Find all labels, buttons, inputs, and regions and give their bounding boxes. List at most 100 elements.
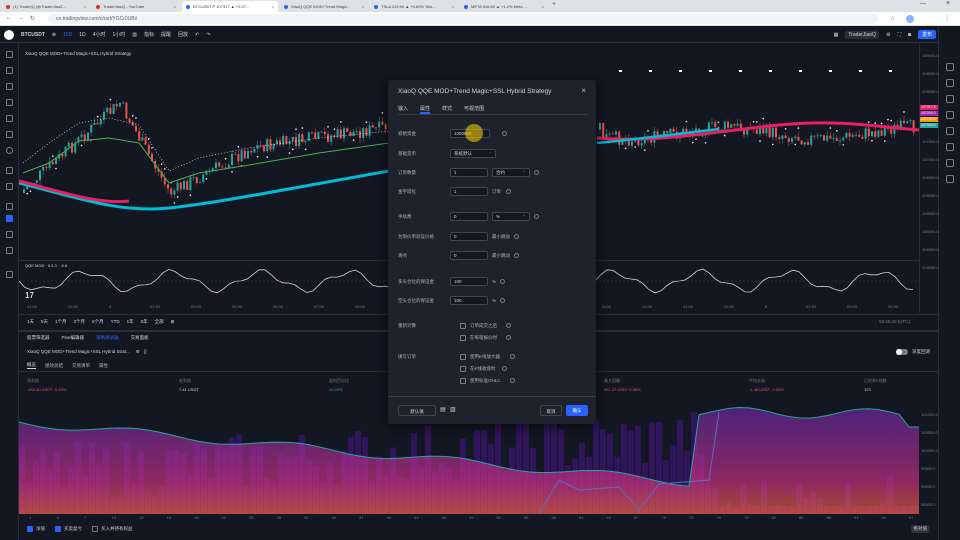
browser-tab[interactable]: META 516.80 ▲ +1.2% Meta ... × [460, 1, 548, 12]
ok-button[interactable]: 确认 [566, 405, 588, 416]
range-button[interactable]: 3个月 [74, 319, 86, 325]
window-close-icon[interactable]: × [946, 0, 950, 7]
settings-icon[interactable]: ⚙ [136, 349, 140, 355]
close-icon[interactable]: × [171, 4, 176, 9]
strategy-name[interactable]: XiaoQ QQE MOD+Trend Magic+SSL Hybrid Str… [27, 349, 130, 354]
close-icon[interactable]: × [539, 4, 544, 9]
checkbox-bar-magnifier[interactable] [460, 354, 466, 360]
crosshair-icon[interactable] [6, 51, 13, 58]
tab-screener[interactable]: 股票筛选器 [27, 335, 50, 341]
close-icon[interactable]: × [581, 86, 586, 95]
watchlist-icon[interactable] [946, 63, 954, 71]
forward-icon[interactable]: → [18, 15, 24, 21]
tab-trading-panel[interactable]: 交易面板 [131, 335, 149, 341]
range-button[interactable]: YTD [111, 319, 120, 324]
save-template-icon[interactable]: ▤ [440, 406, 446, 413]
ideas-icon[interactable] [946, 143, 954, 151]
checkbox-standard-ohlc[interactable] [460, 378, 466, 384]
pattern-icon[interactable] [6, 99, 13, 106]
publish-button[interactable]: 发布 [917, 30, 936, 39]
range-button[interactable]: 5天 [41, 319, 48, 325]
tab-inputs[interactable]: 输入 [398, 105, 408, 114]
layout-icon[interactable]: ▦ [834, 32, 839, 38]
info-icon[interactable] [514, 234, 519, 239]
price-scale[interactable]: 109000.0 108500.0 108000.0 107317.5 1072… [919, 43, 939, 313]
pyramiding-input[interactable]: 1 [450, 187, 488, 196]
compare-icon[interactable]: ⊕ [52, 32, 56, 38]
interval-button[interactable]: 1D [79, 32, 85, 38]
order-size-input[interactable]: 1 [450, 168, 488, 177]
info-icon[interactable] [500, 298, 505, 303]
redo-icon[interactable]: ↷ [206, 32, 210, 38]
range-button[interactable]: 1天 [27, 319, 34, 325]
checkbox-every-tick[interactable] [460, 335, 466, 341]
symbol-search[interactable]: BTCUSDT [21, 32, 45, 38]
tab-trades[interactable]: 交易清单 [72, 363, 90, 369]
tab-style[interactable]: 样式 [442, 105, 452, 114]
lock-drawing-icon[interactable] [6, 215, 13, 222]
tab-visibility[interactable]: 可视范围 [464, 105, 484, 114]
new-tab-icon[interactable]: + [552, 1, 556, 8]
verify-price-input[interactable]: 0 [450, 232, 488, 241]
alert-icon[interactable] [946, 79, 954, 87]
zoom-icon[interactable] [6, 183, 13, 190]
interval-button[interactable]: 1小时 [112, 31, 125, 38]
news-icon[interactable] [946, 95, 954, 103]
browser-tab[interactable]: TSLA 219.90 ▲ +0.69% Tesl... × [370, 1, 458, 12]
brush-icon[interactable] [6, 115, 13, 122]
browser-tab[interactable]: TraderJiaoQ - YouTube × [92, 1, 180, 12]
close-icon[interactable]: × [81, 4, 86, 9]
indicators-button[interactable]: 指标 [144, 31, 154, 38]
settings-icon[interactable]: ⚙ [886, 32, 890, 38]
source-code-icon[interactable]: {} [144, 349, 147, 354]
url-input[interactable]: cn.tradingview.com/chart/YGCr0UBi/ [48, 14, 878, 24]
range-button[interactable]: 1个月 [55, 319, 67, 325]
info-icon[interactable] [510, 378, 515, 383]
defaults-button[interactable]: 默认值 [398, 405, 436, 416]
snapshot-icon[interactable]: ◙ [908, 32, 911, 38]
tab-overview[interactable]: 概览 [27, 362, 36, 369]
chart-type-icon[interactable]: ▥ [132, 32, 137, 38]
text-icon[interactable] [6, 131, 13, 138]
short-margin-input[interactable]: 100 [450, 296, 488, 305]
interval-button[interactable]: 4小时 [93, 31, 106, 38]
tv-logo-icon[interactable] [4, 29, 14, 40]
deep-backtest-toggle[interactable] [896, 348, 908, 355]
info-icon[interactable] [534, 170, 539, 175]
info-icon[interactable] [502, 366, 507, 371]
base-currency-select[interactable]: 系统默认 [450, 149, 496, 158]
tab-properties[interactable]: 属性 [99, 363, 108, 369]
browser-tab[interactable]: XiaoQ QQE MOD+Trend Magic... × [280, 1, 368, 12]
profile-avatar[interactable] [906, 15, 914, 23]
checkbox-equity[interactable] [27, 526, 33, 532]
back-icon[interactable]: ← [6, 15, 12, 21]
minimize-icon[interactable]: — [920, 1, 926, 7]
commission-unit-select[interactable]: % [492, 212, 530, 221]
checkbox-after-fill[interactable] [460, 323, 466, 329]
close-icon[interactable]: × [449, 4, 454, 9]
info-icon[interactable] [506, 335, 511, 340]
info-icon[interactable] [514, 253, 519, 258]
calendar-icon[interactable] [946, 111, 954, 119]
info-icon[interactable] [500, 279, 505, 284]
range-button[interactable]: 全部 [155, 319, 164, 325]
trash-icon[interactable] [6, 271, 13, 278]
ruler-icon[interactable] [6, 167, 13, 174]
mode-button[interactable]: 绝对值 [910, 525, 930, 533]
help-icon[interactable] [946, 175, 954, 183]
star-icon[interactable]: ☆ [890, 15, 895, 22]
range-button[interactable]: 5年 [141, 319, 148, 325]
magnet-icon[interactable] [6, 203, 13, 210]
trendline-icon[interactable] [6, 67, 13, 74]
tab-strategy-tester[interactable]: 策略测试器 [96, 335, 119, 341]
info-icon[interactable] [502, 131, 507, 136]
close-icon[interactable]: × [359, 4, 364, 9]
close-icon[interactable]: × [269, 4, 274, 9]
browser-tab[interactable]: (1) Trader|Q (@TraderJiaoZ... × [2, 1, 90, 12]
menu-icon[interactable]: ⋮ [944, 15, 950, 22]
reload-icon[interactable]: ↻ [30, 15, 35, 22]
info-icon[interactable] [534, 214, 539, 219]
tab-properties[interactable]: 属性 [420, 105, 431, 114]
cancel-button[interactable]: 取消 [540, 405, 562, 416]
info-icon[interactable] [506, 323, 511, 328]
